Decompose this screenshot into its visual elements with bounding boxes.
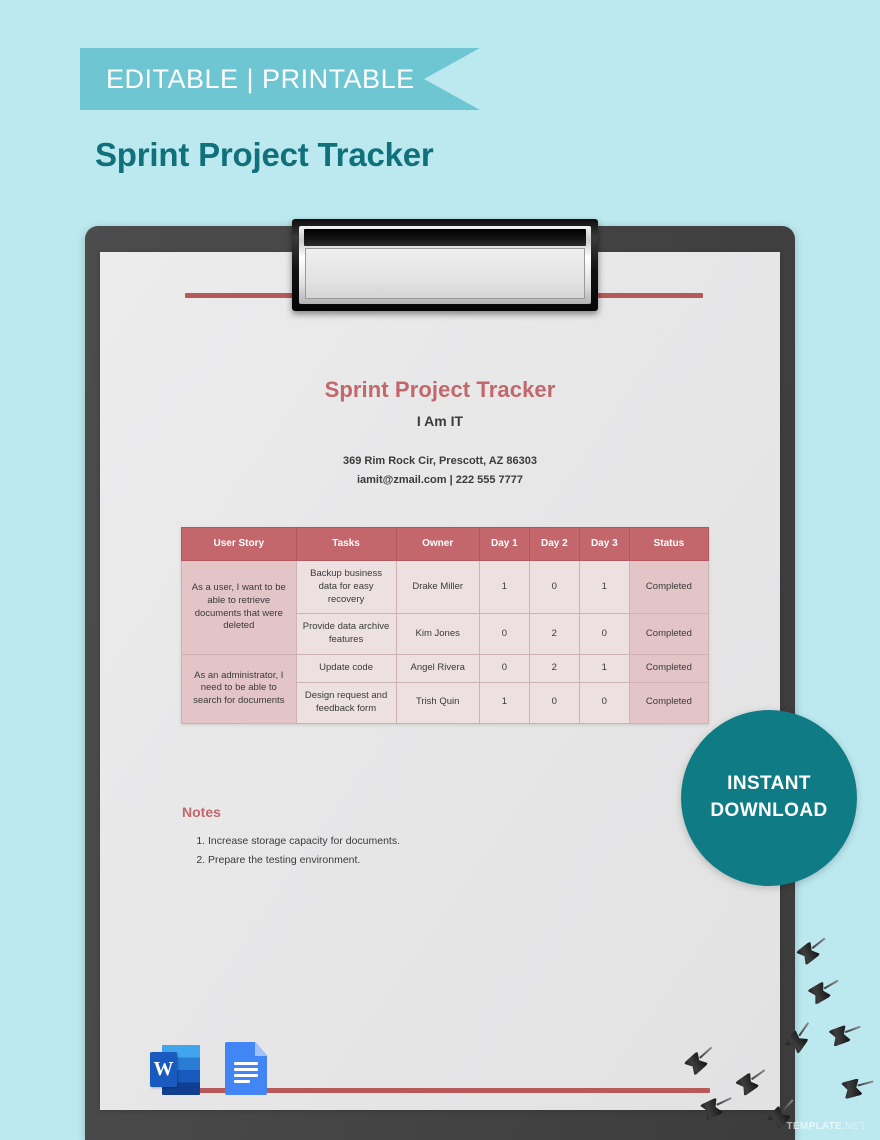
pushpin-head xyxy=(828,1025,852,1047)
page-title: Sprint Project Tracker xyxy=(95,136,434,173)
instant-download-line-1: INSTANT xyxy=(727,773,811,795)
gdocs-text-line xyxy=(234,1074,258,1077)
cell-task: Backup business data for easy recovery xyxy=(295,559,397,615)
cell-user-story: As an administrator, I need to be able t… xyxy=(181,654,297,724)
column-header-user-story: User Story xyxy=(181,527,297,561)
pushpin-needle xyxy=(844,1025,861,1034)
pushpin-needle xyxy=(811,937,826,949)
table-header-row: User Story Tasks Owner Day 1 Day 2 Day 3… xyxy=(181,527,710,561)
pushpin-needle xyxy=(823,979,839,990)
pushpin-needle xyxy=(857,1080,874,1087)
watermark-prefix: TEMPLATE xyxy=(786,1121,843,1132)
cell-day-1: 0 xyxy=(478,613,530,656)
pushpin-head xyxy=(840,1078,863,1099)
sprint-tracker-table: User Story Tasks Owner Day 1 Day 2 Day 3… xyxy=(181,527,710,724)
gdocs-text-line xyxy=(234,1080,250,1083)
cell-task: Design request and feedback form xyxy=(295,681,397,724)
cell-day-1: 1 xyxy=(478,559,530,615)
cell-status: Completed xyxy=(628,559,710,615)
table-row: As a user, I want to be able to retrieve… xyxy=(181,559,710,656)
cell-day-3: 0 xyxy=(578,681,630,724)
editable-printable-ribbon: EDITABLE | PRINTABLE xyxy=(80,48,480,110)
cell-day-2: 2 xyxy=(528,613,580,656)
cell-status: Completed xyxy=(628,681,710,724)
column-header-status: Status xyxy=(628,527,710,561)
cell-task: Provide data archive features xyxy=(295,613,397,656)
microsoft-word-icon[interactable]: W xyxy=(150,1045,200,1095)
cell-day-2: 0 xyxy=(528,559,580,615)
clip-inner-plate xyxy=(305,248,585,299)
pushpin-icon xyxy=(837,1075,874,1107)
notes-list: Increase storage capacity for documents.… xyxy=(180,832,400,871)
document-contact: iamit@zmail.com | 222 555 7777 xyxy=(356,474,524,486)
column-header-owner: Owner xyxy=(395,527,480,561)
word-letter: W xyxy=(150,1052,177,1087)
column-header-tasks: Tasks xyxy=(295,527,397,561)
cell-day-3: 1 xyxy=(578,559,630,615)
cell-status: Completed xyxy=(628,613,710,656)
document-company: I Am IT xyxy=(416,413,464,429)
list-item: Prepare the testing environment. xyxy=(208,851,400,870)
google-docs-icon[interactable] xyxy=(225,1042,267,1095)
cell-owner: Kim Jones xyxy=(395,613,480,656)
notes-heading: Notes xyxy=(182,804,221,820)
gdocs-text-line xyxy=(234,1062,258,1065)
cell-day-1: 0 xyxy=(478,654,530,683)
clipboard-clip xyxy=(292,219,598,311)
pushpin-icon xyxy=(803,977,839,1013)
cell-status: Completed xyxy=(628,654,710,683)
file-format-icons: W xyxy=(150,1042,267,1095)
instant-download-line-2: DOWNLOAD xyxy=(710,800,828,821)
cell-day-3: 1 xyxy=(578,654,630,683)
instant-download-badge[interactable]: INSTANT DOWNLOAD xyxy=(681,710,857,886)
list-item: Increase storage capacity for documents. xyxy=(208,832,400,851)
cell-owner: Trish Quin xyxy=(395,681,480,724)
document-paper: Sprint Project Tracker I Am IT 369 Rim R… xyxy=(100,252,780,1110)
cell-day-3: 0 xyxy=(578,613,630,656)
clip-slot xyxy=(304,229,586,246)
cell-owner: Angel Rivera xyxy=(395,654,480,683)
pushpin-head xyxy=(699,1097,723,1120)
pushpin-icon xyxy=(824,1021,861,1054)
pushpin-needle xyxy=(798,1022,810,1037)
cell-day-2: 0 xyxy=(528,681,580,724)
cell-day-1: 1 xyxy=(478,681,530,724)
column-header-day-2: Day 2 xyxy=(528,527,580,561)
pushpin-icon xyxy=(792,937,828,973)
cell-task: Update code xyxy=(295,654,397,683)
column-header-day-1: Day 1 xyxy=(478,527,530,561)
table-row: As an administrator, I need to be able t… xyxy=(181,654,710,724)
cell-day-2: 2 xyxy=(528,654,580,683)
template-watermark: TEMPLATE.NET xyxy=(786,1121,866,1132)
cell-owner: Drake Miller xyxy=(395,559,480,615)
document-address: 369 Rim Rock Cir, Prescott, AZ 86303 xyxy=(342,455,537,467)
cell-user-story: As a user, I want to be able to retrieve… xyxy=(181,559,297,656)
gdocs-text-line xyxy=(234,1068,258,1071)
ribbon-label: EDITABLE | PRINTABLE xyxy=(106,63,415,94)
column-header-day-3: Day 3 xyxy=(578,527,630,561)
document-title: Sprint Project Tracker xyxy=(324,377,556,402)
watermark-suffix: .NET xyxy=(842,1121,866,1132)
